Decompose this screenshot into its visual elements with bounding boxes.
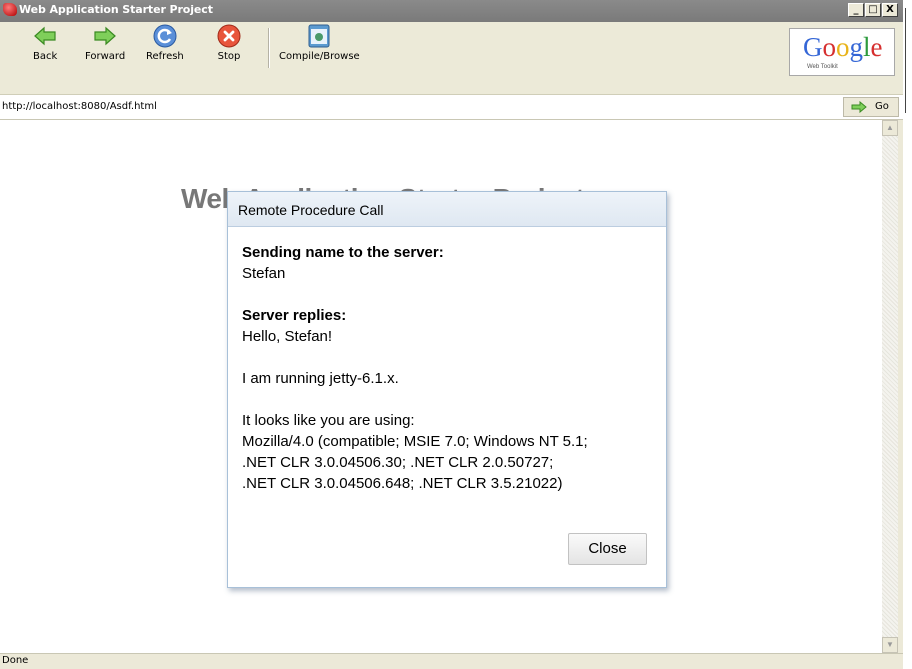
toolbar-separator: [268, 28, 270, 68]
compile-browse-button[interactable]: Compile/Browse: [279, 24, 360, 62]
user-agent-label: It looks like you are using:: [242, 412, 415, 429]
vertical-scrollbar[interactable]: ▲ ▼: [882, 120, 898, 653]
dialog-body: Sending name to the server: Stefan Serve…: [242, 242, 652, 494]
sent-name: Stefan: [242, 265, 286, 282]
user-agent-line: .NET CLR 3.0.04506.30; .NET CLR 2.0.5072…: [242, 454, 554, 471]
refresh-icon: [153, 24, 177, 48]
status-text: Done: [2, 655, 29, 666]
divider: [905, 8, 906, 113]
sending-label: Sending name to the server:: [242, 244, 444, 261]
google-logo-text: Google: [803, 32, 883, 62]
address-bar: http://localhost:8080/Asdf.html Go: [0, 94, 903, 120]
go-arrow-icon: [851, 100, 867, 114]
server-replies-label: Server replies:: [242, 307, 347, 324]
compile-browse-label: Compile/Browse: [279, 51, 360, 62]
stop-icon: [217, 24, 241, 48]
window-edge: [903, 0, 912, 669]
user-agent-line: Mozilla/4.0 (compatible; MSIE 7.0; Windo…: [242, 433, 588, 450]
scroll-down-arrow-icon[interactable]: ▼: [882, 637, 898, 653]
user-agent-line: .NET CLR 3.0.04506.648; .NET CLR 3.5.210…: [242, 475, 563, 492]
back-button[interactable]: Back: [33, 24, 57, 62]
rpc-dialog: Remote Procedure Call Sending name to th…: [227, 191, 667, 588]
scroll-up-arrow-icon[interactable]: ▲: [882, 120, 898, 136]
server-info: I am running jetty-6.1.x.: [242, 370, 399, 387]
refresh-button[interactable]: Refresh: [146, 24, 184, 62]
maximize-button[interactable]: □: [865, 3, 881, 17]
google-web-toolkit-logo: Google Web Toolkit: [789, 28, 895, 76]
server-reply: Hello, Stefan!: [242, 328, 333, 345]
minimize-button[interactable]: _: [848, 3, 864, 17]
stop-label: Stop: [217, 51, 241, 62]
forward-arrow-icon: [93, 24, 117, 48]
refresh-label: Refresh: [146, 51, 184, 62]
close-button[interactable]: Close: [568, 533, 647, 565]
dialog-title: Remote Procedure Call: [238, 202, 384, 218]
app-icon: [3, 3, 17, 16]
stop-button[interactable]: Stop: [217, 24, 241, 62]
url-input[interactable]: http://localhost:8080/Asdf.html: [2, 101, 157, 112]
toolbar: Back Forward Refresh Stop Compile/Browse…: [0, 22, 903, 94]
go-label: Go: [875, 101, 889, 112]
back-arrow-icon: [33, 24, 57, 48]
forward-button[interactable]: Forward: [85, 24, 125, 62]
back-label: Back: [33, 51, 58, 62]
web-toolkit-label: Web Toolkit: [807, 64, 838, 70]
forward-label: Forward: [85, 51, 126, 62]
window-title: Web Application Starter Project: [19, 3, 213, 16]
title-bar[interactable]: Web Application Starter Project _ □ X: [0, 0, 903, 22]
compile-browse-icon: [307, 24, 331, 48]
dialog-caption[interactable]: Remote Procedure Call: [228, 192, 666, 227]
go-button[interactable]: Go: [843, 97, 899, 117]
status-bar: Done: [0, 653, 903, 669]
browser-window: Web Application Starter Project _ □ X Ba…: [0, 0, 903, 669]
close-window-button[interactable]: X: [882, 3, 898, 17]
